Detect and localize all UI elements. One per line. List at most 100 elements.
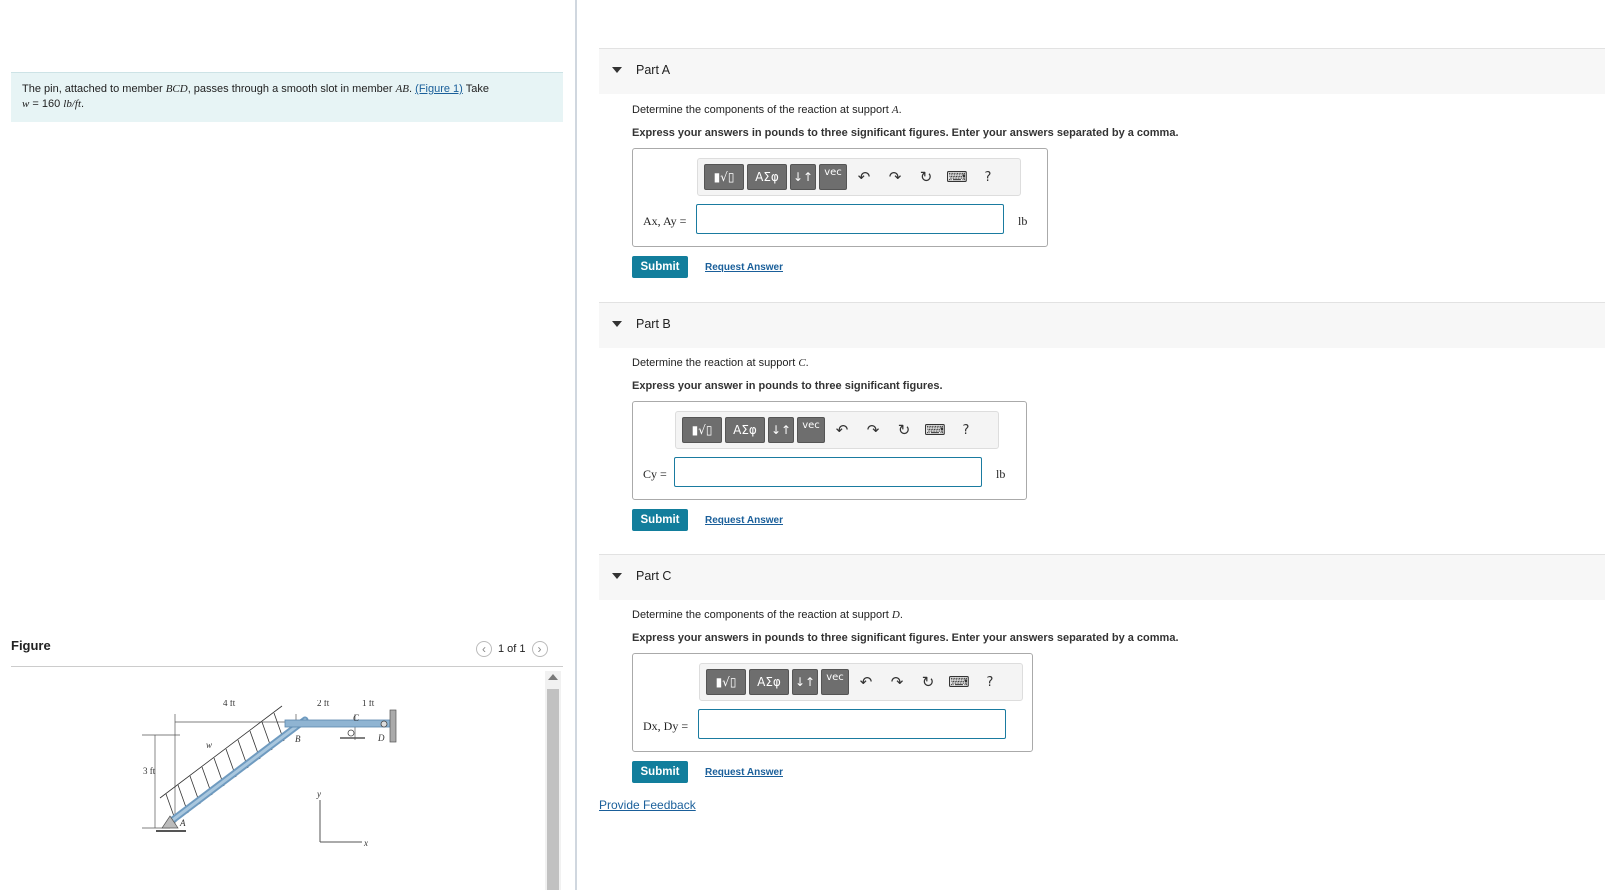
redo-icon[interactable]: ↷ xyxy=(881,164,909,190)
w-units: lb/ft xyxy=(63,98,82,110)
problem-text: . xyxy=(81,98,85,110)
figure-title: Figure xyxy=(11,638,51,653)
vec-button[interactable]: vec xyxy=(821,669,849,695)
part-c-answer-box: ▮√▯ ΑΣφ ↓↑ vec ↶ ↷ ↻ ⌨ ? Dx, Dy = xyxy=(632,653,1033,752)
math-toolbar: ▮√▯ ΑΣφ ↓↑ vec ↶ ↷ ↻ ⌨ ? xyxy=(697,158,1021,196)
reset-icon[interactable]: ↻ xyxy=(890,417,918,443)
arrows-button[interactable]: ↓↑ xyxy=(768,417,794,443)
undo-icon[interactable]: ↶ xyxy=(828,417,856,443)
part-a-question: Determine the components of the reaction… xyxy=(632,104,902,116)
redo-icon[interactable]: ↷ xyxy=(859,417,887,443)
figure-link[interactable]: (Figure 1) xyxy=(415,83,463,95)
part-b-request-answer-link[interactable]: Request Answer xyxy=(705,515,783,526)
templates-button[interactable]: ▮√▯ xyxy=(682,417,722,443)
dim-3ft: 3 ft xyxy=(143,766,156,776)
label-c: C xyxy=(353,713,360,723)
label-y: y xyxy=(316,789,321,799)
part-a-instruction: Express your answers in pounds to three … xyxy=(632,127,1179,139)
collapse-triangle-icon[interactable] xyxy=(612,573,622,579)
label-x: x xyxy=(363,838,368,848)
provide-feedback-link[interactable]: Provide Feedback xyxy=(599,798,696,812)
problem-statement: The pin, attached to member BCD, passes … xyxy=(11,72,563,122)
question-text: Determine the reaction at support xyxy=(632,357,799,369)
part-c-answer-label: Dx, Dy = xyxy=(643,719,689,733)
collapse-triangle-icon[interactable] xyxy=(612,67,622,73)
templates-button[interactable]: ▮√▯ xyxy=(704,164,744,190)
question-text: Determine the components of the reaction… xyxy=(632,609,892,621)
vec-button[interactable]: vec xyxy=(797,417,825,443)
question-text: Determine the components of the reaction… xyxy=(632,104,892,116)
part-c-title: Part C xyxy=(636,569,672,583)
keyboard-icon[interactable]: ⌨ xyxy=(943,164,971,190)
vec-button[interactable]: vec xyxy=(819,164,847,190)
part-a-answer-box: ▮√▯ ΑΣφ ↓↑ vec ↶ ↷ ↻ ⌨ ? Ax, Ay = lb xyxy=(632,148,1048,247)
greek-button[interactable]: ΑΣφ xyxy=(747,164,787,190)
dim-4ft: 4 ft xyxy=(223,700,236,708)
label-a: A xyxy=(179,818,186,828)
label-b: B xyxy=(295,734,301,744)
part-c-question: Determine the components of the reaction… xyxy=(632,609,903,621)
support-d-symbol: D xyxy=(891,609,900,621)
arrows-button[interactable]: ↓↑ xyxy=(792,669,818,695)
dim-2ft: 2 ft xyxy=(317,700,330,708)
part-c-header[interactable]: Part C xyxy=(599,554,1605,600)
prev-figure-button[interactable]: ‹ xyxy=(476,641,492,657)
math-toolbar: ▮√▯ ΑΣφ ↓↑ vec ↶ ↷ ↻ ⌨ ? xyxy=(699,663,1023,701)
part-a-submit-button[interactable]: Submit xyxy=(632,256,688,278)
figure-pager: ‹ 1 of 1 › xyxy=(476,640,548,658)
math-toolbar: ▮√▯ ΑΣφ ↓↑ vec ↶ ↷ ↻ ⌨ ? xyxy=(675,411,999,449)
part-a-unit: lb xyxy=(1018,214,1028,228)
problem-text: The pin, attached to member xyxy=(22,83,166,95)
part-c-instruction: Express your answers in pounds to three … xyxy=(632,632,1179,644)
support-a-symbol: A xyxy=(891,104,899,116)
part-b-answer-label: Cy = xyxy=(643,467,667,481)
help-button[interactable]: ? xyxy=(952,417,980,443)
next-figure-button[interactable]: › xyxy=(531,641,548,657)
help-button[interactable]: ? xyxy=(974,164,1002,190)
reset-icon[interactable]: ↻ xyxy=(912,164,940,190)
label-d: D xyxy=(377,733,385,743)
figure-page-count: 1 of 1 xyxy=(498,643,526,655)
greek-button[interactable]: ΑΣφ xyxy=(749,669,789,695)
dim-1ft: 1 ft xyxy=(362,700,375,708)
right-pane: Part A Determine the components of the r… xyxy=(577,0,1605,890)
figure-scrollbar[interactable] xyxy=(545,671,561,890)
part-b-header[interactable]: Part B xyxy=(599,302,1605,348)
part-b-answer-input[interactable] xyxy=(674,457,982,487)
part-c-submit-button[interactable]: Submit xyxy=(632,761,688,783)
member-ab: AB xyxy=(395,83,410,95)
part-b-unit: lb xyxy=(996,467,1006,481)
part-b-instruction: Express your answer in pounds to three s… xyxy=(632,380,943,392)
support-c-symbol: C xyxy=(798,357,806,369)
part-a-answer-input[interactable] xyxy=(696,204,1004,234)
keyboard-icon[interactable]: ⌨ xyxy=(921,417,949,443)
keyboard-icon[interactable]: ⌨ xyxy=(945,669,973,695)
w-value: = 160 xyxy=(29,98,64,110)
problem-text: , passes through a smooth slot in member xyxy=(187,83,396,95)
part-c-answer-input[interactable] xyxy=(698,709,1006,739)
help-button[interactable]: ? xyxy=(976,669,1004,695)
templates-button[interactable]: ▮√▯ xyxy=(706,669,746,695)
undo-icon[interactable]: ↶ xyxy=(850,164,878,190)
greek-button[interactable]: ΑΣφ xyxy=(725,417,765,443)
arrows-button[interactable]: ↓↑ xyxy=(790,164,816,190)
part-b-title: Part B xyxy=(636,317,671,331)
left-pane: The pin, attached to member BCD, passes … xyxy=(0,0,575,890)
figure-diagram: 4 ft 2 ft 1 ft 3 ft w B C D A y x xyxy=(142,700,397,848)
label-w: w xyxy=(206,740,212,750)
part-a-answer-label: Ax, Ay = xyxy=(643,214,687,228)
member-bcd: BCD xyxy=(165,83,188,95)
part-c-request-answer-link[interactable]: Request Answer xyxy=(705,767,783,778)
scroll-thumb[interactable] xyxy=(547,689,559,890)
part-a-header[interactable]: Part A xyxy=(599,48,1605,94)
part-b-submit-button[interactable]: Submit xyxy=(632,509,688,531)
collapse-triangle-icon[interactable] xyxy=(612,321,622,327)
reset-icon[interactable]: ↻ xyxy=(914,669,942,695)
undo-icon[interactable]: ↶ xyxy=(852,669,880,695)
figure-divider xyxy=(11,666,563,667)
scroll-up-icon[interactable] xyxy=(548,674,558,680)
problem-text: Take xyxy=(462,83,489,95)
part-b-question: Determine the reaction at support C. xyxy=(632,357,809,369)
part-a-request-answer-link[interactable]: Request Answer xyxy=(705,262,783,273)
redo-icon[interactable]: ↷ xyxy=(883,669,911,695)
